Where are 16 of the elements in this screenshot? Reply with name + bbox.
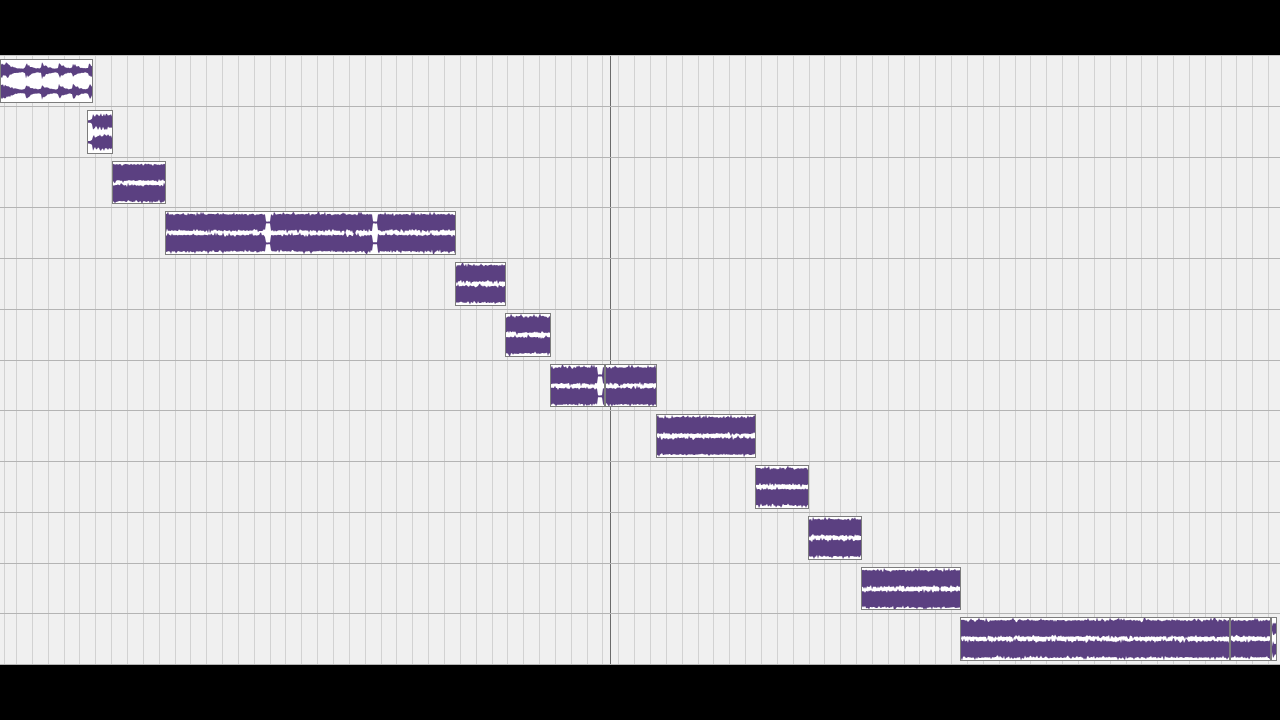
audio-clip[interactable] <box>656 414 756 458</box>
audio-clip[interactable] <box>1271 617 1277 661</box>
audio-clip[interactable] <box>455 262 506 306</box>
audio-clip[interactable] <box>550 363 605 408</box>
audio-clip[interactable] <box>87 109 113 154</box>
audio-clip[interactable] <box>861 566 961 611</box>
audio-clip[interactable] <box>0 59 93 103</box>
playhead-line[interactable] <box>610 56 611 665</box>
audio-clip[interactable] <box>1230 617 1271 661</box>
audio-clip[interactable] <box>165 211 456 255</box>
audio-clip[interactable] <box>755 465 809 509</box>
audio-clip[interactable] <box>808 515 862 560</box>
audio-clip[interactable] <box>960 617 1230 661</box>
audio-clip[interactable] <box>505 312 551 357</box>
audio-clip[interactable] <box>605 363 657 408</box>
audio-clip[interactable] <box>112 160 166 205</box>
